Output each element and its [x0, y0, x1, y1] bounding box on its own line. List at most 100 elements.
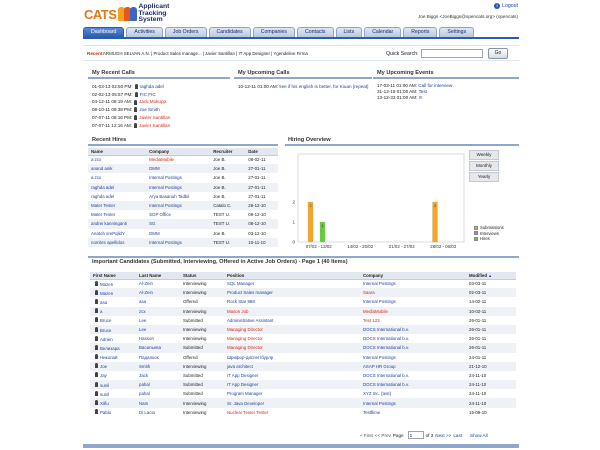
hire-name[interactable]: andrei kanninganti — [88, 219, 147, 229]
ic-position[interactable]: Mason Job — [224, 306, 360, 316]
tab-settings[interactable]: Settings — [439, 27, 475, 37]
ic-position[interactable]: Managing Director — [224, 343, 360, 353]
ic-first-name[interactable]: a — [90, 306, 136, 316]
hire-company[interactable]: MediaMobile — [146, 155, 210, 164]
ic-col-header[interactable]: Position — [224, 272, 360, 280]
ic-first-name-link[interactable]: a — [100, 309, 102, 314]
hire-company[interactable]: Internal Postings — [146, 173, 210, 182]
period-monthly-button[interactable]: Monthly — [469, 161, 499, 171]
tab-lists[interactable]: Lists — [335, 27, 363, 37]
recent-items[interactable]: ARMUGH SELVAN A.N. | Product Sales manag… — [103, 51, 308, 56]
ic-company[interactable]: Internal Postings — [360, 398, 466, 408]
quick-search-go-button[interactable]: Go — [488, 48, 508, 59]
pager-first[interactable]: « First — [360, 433, 373, 438]
ic-position[interactable]: SQL Manager — [224, 279, 360, 288]
pager-last[interactable]: Last — [453, 433, 462, 438]
hire-name[interactable]: anand anik — [88, 164, 147, 174]
ic-first-name-link[interactable]: Bruce — [100, 318, 111, 323]
hire-name[interactable]: a zcx — [88, 155, 146, 164]
ic-col-header[interactable]: Company — [360, 272, 466, 280]
ic-first-name-link[interactable]: sunil — [100, 383, 109, 388]
period-weekly-button[interactable]: Weekly — [469, 150, 499, 160]
ic-first-name[interactable]: Велизара — [90, 343, 136, 353]
tab-candidates[interactable]: Candidates — [208, 27, 251, 37]
ic-first-name-link[interactable]: asa — [100, 300, 107, 305]
ic-company[interactable]: Internal Postings — [360, 279, 466, 288]
pager-next[interactable]: Next >> — [435, 433, 451, 438]
ic-position[interactable]: Шрифор-диспетгбурлр — [224, 353, 360, 362]
ic-company[interactable]: Internal Postings — [360, 297, 466, 306]
hire-company[interactable]: Arya Basanuh Tadbil — [146, 192, 210, 201]
ic-company[interactable]: Testflime — [360, 408, 466, 417]
hire-name[interactable]: Mater Tester — [88, 200, 147, 211]
ic-last-name[interactable]: Al-Zein — [136, 288, 180, 298]
ic-company[interactable]: DOCS International b.v. — [360, 371, 466, 380]
ic-first-name[interactable]: Jay — [90, 371, 136, 380]
ic-last-name[interactable]: Smith — [136, 361, 180, 371]
pager-page-input[interactable] — [407, 431, 424, 439]
hire-company[interactable]: Internal Postings — [146, 200, 211, 211]
ic-position[interactable]: IT App Designer — [224, 371, 360, 380]
hire-name[interactable]: raghda adel — [88, 192, 146, 201]
tab-activities[interactable]: Activities — [126, 27, 163, 37]
ic-first-name[interactable]: asa — [90, 297, 136, 306]
event-link[interactable]: !!! — [419, 95, 423, 101]
ic-position[interactable]: Sr. Java Developer — [224, 398, 360, 408]
ic-company[interactable]: DOCS International b.v. — [360, 343, 466, 353]
ic-col-header[interactable]: First Name — [90, 272, 136, 280]
hires-col-header[interactable]: Date — [245, 148, 278, 156]
ic-company[interactable]: DOCS International b.v. — [360, 334, 466, 343]
ic-company[interactable]: MediaMobile — [360, 306, 466, 316]
ic-last-name[interactable]: Падалкок — [136, 353, 180, 362]
ic-first-name[interactable]: Bruce — [90, 324, 136, 335]
pager-show-all[interactable]: Show All — [470, 433, 488, 438]
period-yearly-button[interactable]: Yearly — [469, 172, 499, 182]
ic-last-name[interactable]: Васильева — [136, 343, 180, 353]
ic-company[interactable]: Test 123 — [360, 316, 466, 325]
ic-position[interactable]: Nuclear Tester Tester — [224, 408, 360, 417]
hires-col-header[interactable]: Company — [146, 148, 211, 156]
ic-last-name[interactable]: pahal — [136, 389, 180, 398]
ic-first-name-link[interactable]: Xiếu — [100, 401, 109, 406]
ic-position[interactable]: Rock Star 888 — [224, 297, 360, 306]
call-contact-link[interactable]: Jack Mokupp — [139, 98, 166, 106]
hire-company[interactable]: SGP Office — [146, 210, 210, 219]
ic-first-name[interactable]: Joe — [90, 361, 136, 371]
ic-col-header[interactable]: Status — [180, 272, 224, 280]
ic-first-name[interactable]: Николай — [90, 353, 136, 362]
call-contact-link[interactable]: Javier Santillan — [139, 122, 170, 130]
hires-col-header[interactable]: Recruiter — [210, 148, 246, 156]
ic-col-header[interactable]: Modified ▲ — [466, 272, 516, 280]
hire-name[interactable]: raghda adel — [88, 182, 147, 192]
ic-first-name[interactable]: Adrien — [90, 334, 136, 343]
ic-position[interactable]: Administrative Assistant — [224, 316, 360, 325]
call-contact-link[interactable]: Javier Santillan — [139, 114, 170, 122]
ic-first-name-link[interactable]: Pablo — [100, 410, 111, 415]
tab-dashboard[interactable]: Dashboard — [83, 27, 125, 37]
ic-first-name-link[interactable]: Jay — [100, 373, 107, 378]
ic-last-name[interactable]: Jack — [136, 371, 180, 380]
ic-first-name[interactable]: Bruce — [90, 316, 136, 325]
ic-first-name-link[interactable]: Adrien — [100, 337, 113, 342]
call-contact-link[interactable]: Joe Smith — [139, 106, 159, 114]
ic-company[interactable]: Internal Postings — [360, 353, 466, 362]
tab-reports[interactable]: Reports — [403, 27, 438, 37]
ic-company[interactable]: ASAP HR Group — [360, 361, 466, 371]
pager-prev[interactable]: << Prev — [375, 433, 391, 438]
cats-logo[interactable]: CATS Applicant Tracking System — [84, 3, 190, 24]
ic-first-name[interactable]: sunil — [90, 389, 136, 398]
ic-first-name[interactable]: Mazen — [90, 288, 136, 298]
ic-last-name[interactable]: asa — [136, 297, 180, 306]
ic-last-name[interactable]: Hasson — [136, 334, 180, 343]
upcoming-call-link[interactable]: see if his english is better, for Kiuan … — [279, 84, 368, 89]
ic-position[interactable]: Managing Director — [224, 334, 360, 343]
ic-last-name[interactable]: Al-Zein — [136, 279, 180, 288]
tab-contacts[interactable]: Contacts — [297, 27, 334, 37]
ic-first-name-link[interactable]: Bruce — [100, 328, 111, 333]
ic-position[interactable]: Managing Director — [224, 324, 360, 335]
ic-company[interactable]: DOCS International b.v. — [360, 324, 466, 335]
quick-search-input[interactable] — [421, 49, 483, 58]
ic-first-name-link[interactable]: Mazen — [100, 282, 113, 287]
ic-first-name-link[interactable]: Николай — [100, 355, 117, 360]
hire-name[interactable]: a zcx — [88, 173, 146, 182]
